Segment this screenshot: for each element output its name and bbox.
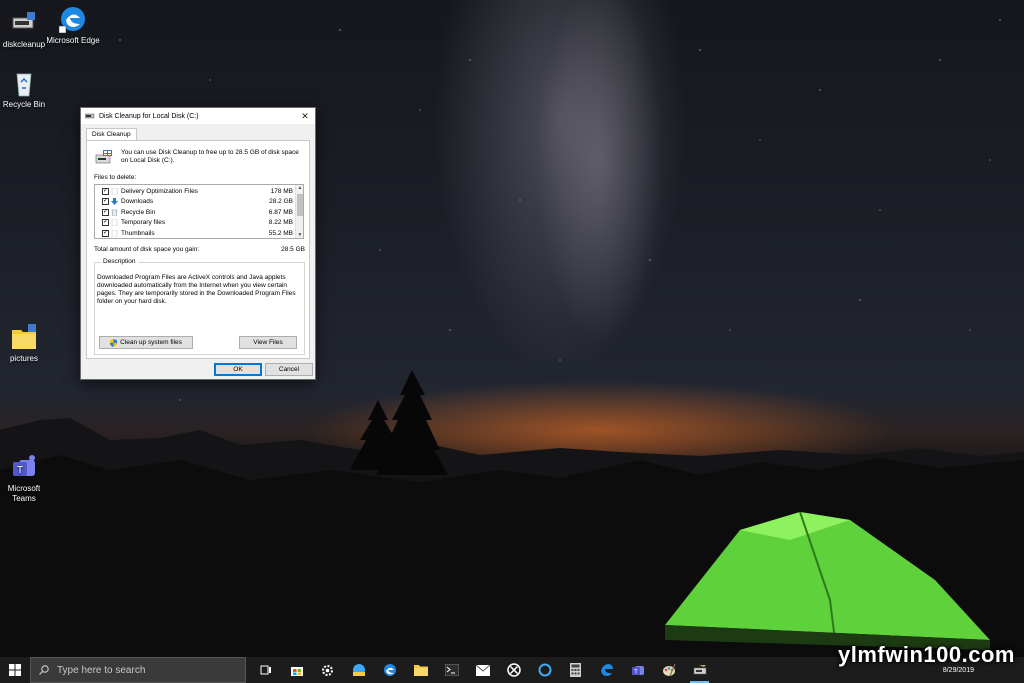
watermark-text: ylmfwin100.com: [838, 642, 1015, 667]
recycle-bin-icon: [111, 209, 118, 216]
xbox-icon[interactable]: [498, 657, 529, 683]
dialog-title: Disk Cleanup for Local Disk (C:): [99, 112, 199, 120]
scroll-thumb[interactable]: [297, 194, 303, 216]
settings-icon[interactable]: [312, 657, 343, 683]
file-size: 28.2 GB: [269, 198, 293, 205]
ok-button[interactable]: OK: [214, 363, 262, 376]
blank-file-icon: [111, 219, 118, 226]
clean-up-system-files-label: Clean up system files: [120, 339, 182, 346]
file-name: Delivery Optimization Files: [121, 187, 198, 195]
mail-icon[interactable]: [467, 657, 498, 683]
paint-icon[interactable]: [653, 657, 684, 683]
edge-beta-icon[interactable]: [343, 657, 374, 683]
terminal-icon[interactable]: [436, 657, 467, 683]
view-files-button[interactable]: View Files: [239, 336, 297, 349]
total-space-label: Total amount of disk space you gain:: [94, 246, 200, 253]
file-name: Recycle Bin: [121, 208, 156, 216]
blank-file-icon: [111, 229, 118, 237]
total-space-value: 28.5 GB: [281, 246, 305, 253]
edge-dev-icon[interactable]: [374, 657, 405, 683]
pine-trees: [350, 370, 448, 475]
checkbox[interactable]: ✓: [102, 229, 109, 237]
start-button[interactable]: [0, 657, 30, 683]
list-scrollbar[interactable]: ▲ ▼: [295, 185, 303, 238]
checkbox[interactable]: ✓: [102, 187, 109, 195]
recycle-bin-icon: [9, 68, 39, 98]
svg-text:T: T: [17, 465, 23, 476]
folder-icon: [9, 322, 39, 352]
intro: You can use Disk Cleanup to free up to 2…: [95, 147, 305, 169]
description-legend: Description: [101, 258, 138, 265]
uac-shield-icon: [110, 338, 118, 347]
disk-cleanup-icon: [85, 113, 95, 119]
taskbar-apps: T: [250, 657, 715, 683]
file-explorer-icon[interactable]: [405, 657, 436, 683]
download-arrow-icon: [111, 198, 118, 205]
disk-cleanup-icon[interactable]: [684, 657, 715, 683]
tab-panel: You can use Disk Cleanup to free up to 2…: [86, 140, 310, 359]
scroll-down-icon[interactable]: ▼: [296, 232, 303, 238]
drive-icon: [95, 150, 112, 164]
blank-file-icon: [111, 187, 118, 195]
intro-text: You can use Disk Cleanup to free up to 2…: [121, 149, 299, 164]
list-item[interactable]: ✓ Temporary files 8.22 MB: [95, 218, 295, 228]
file-name: Temporary files: [121, 219, 166, 226]
search-box[interactable]: Type here to search: [30, 657, 246, 683]
desktop-icon-label: Microsoft Edge: [46, 36, 100, 45]
desktop-icon-recycle-bin[interactable]: Recycle Bin: [0, 68, 52, 110]
diskcleanup-shortcut-icon: [9, 8, 39, 38]
scroll-up-icon[interactable]: ▲: [296, 185, 303, 191]
description-text: Downloaded Program Files are ActiveX con…: [97, 274, 296, 305]
cancel-button[interactable]: Cancel: [265, 363, 313, 376]
checkbox[interactable]: ✓: [102, 208, 109, 216]
teams-icon[interactable]: T: [622, 657, 653, 683]
svg-text:T: T: [634, 670, 638, 676]
edge-icon[interactable]: [591, 657, 622, 683]
teams-icon: T: [9, 452, 39, 482]
list-item[interactable]: ✓ Downloads 28.2 GB: [95, 197, 295, 207]
task-view-icon[interactable]: [250, 657, 281, 683]
checkbox[interactable]: ✓: [102, 219, 109, 226]
desktop-icon-label: Microsoft Teams: [7, 484, 41, 503]
desktop-icon-label: Recycle Bin: [2, 100, 46, 109]
search-icon: [39, 665, 49, 675]
search-placeholder: Type here to search: [57, 664, 146, 676]
clean-up-system-files-button[interactable]: Clean up system files: [99, 336, 193, 349]
windows-logo-icon: [9, 664, 21, 676]
desktop-icon-edge[interactable]: Microsoft Edge: [45, 4, 101, 46]
edge-icon: [58, 4, 88, 34]
list-item[interactable]: ✓ Thumbnails 55.2 MB: [95, 228, 295, 238]
list-item[interactable]: ✓ Delivery Optimization Files 178 MB: [95, 186, 295, 196]
disk-cleanup-dialog: Disk Cleanup for Local Disk (C:) ✕ Disk …: [80, 107, 316, 380]
list-item[interactable]: ✓ Recycle Bin 6.87 MB: [95, 207, 295, 217]
file-size: 8.22 MB: [268, 219, 293, 226]
cortana-icon[interactable]: [529, 657, 560, 683]
desktop-icon-teams[interactable]: T Microsoft Teams: [0, 452, 52, 504]
files-list[interactable]: ✓ Delivery Optimization Files 178 MB ✓ D…: [94, 184, 304, 239]
desktop-icon-label: pictures: [9, 354, 38, 363]
desktop-icon-pictures[interactable]: pictures: [0, 322, 52, 364]
close-button[interactable]: ✕: [295, 108, 315, 124]
file-size: 6.87 MB: [268, 208, 293, 216]
file-size: 178 MB: [270, 187, 293, 195]
files-to-delete-label: Files to delete:: [94, 174, 137, 181]
file-name: Downloads: [121, 198, 154, 205]
checkbox[interactable]: ✓: [102, 198, 109, 205]
dialog-titlebar[interactable]: Disk Cleanup for Local Disk (C:) ✕: [81, 108, 315, 124]
file-size: 55.2 MB: [268, 229, 293, 237]
calculator-icon[interactable]: [560, 657, 591, 683]
file-name: Thumbnails: [121, 229, 155, 237]
store-icon[interactable]: [281, 657, 312, 683]
